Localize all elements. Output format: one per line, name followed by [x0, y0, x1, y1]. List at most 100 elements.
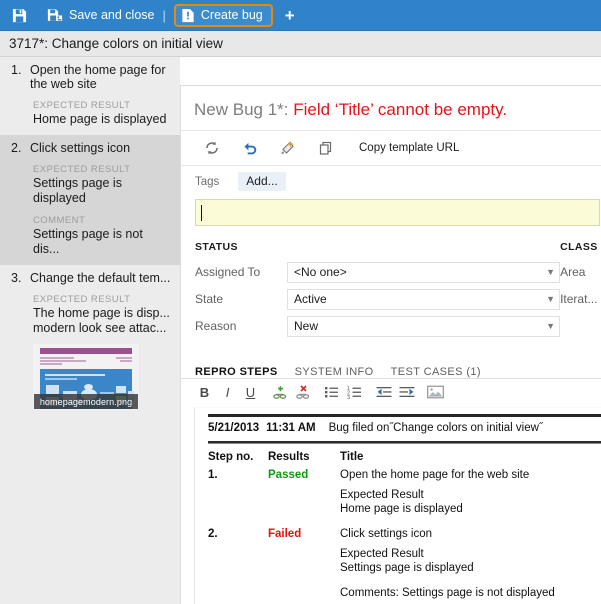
create-bug-button[interactable]: Create bug: [174, 4, 273, 27]
test-step-1-header: 1. Open the home page for the web site: [8, 63, 172, 91]
insert-image-icon[interactable]: [424, 385, 447, 399]
test-step-2-header: 2. Click settings icon: [8, 141, 172, 155]
copy-icon[interactable]: [307, 140, 345, 156]
test-step-3-header: 3. Change the default tem...: [8, 271, 172, 285]
app-root: Save and close | Create bug + 3717*: Cha…: [0, 0, 601, 604]
chevron-down-icon: ▼: [546, 268, 555, 277]
assigned-to-select[interactable]: <No one> ▼: [287, 262, 560, 283]
column-title: Title: [340, 451, 601, 463]
repro-row-2-comment: Comments: Settings page is not displayed: [195, 575, 601, 600]
test-steps-pane[interactable]: 1. Open the home page for the web site E…: [0, 57, 180, 604]
assigned-to-label: Assigned To: [195, 265, 287, 279]
repro-row-1: 1. Passed Open the home page for the web…: [195, 463, 601, 481]
save-button[interactable]: [8, 3, 31, 27]
test-step-3-expected-line-2: modern look see attac...: [33, 321, 172, 336]
test-step-1-number: 1.: [8, 63, 30, 77]
test-step-2-comment-label: COMMENT: [33, 215, 172, 226]
insert-link-icon[interactable]: [268, 385, 291, 400]
state-value: Active: [294, 292, 327, 306]
refresh-icon[interactable]: [193, 140, 231, 156]
column-step-no: Step no.: [208, 451, 268, 463]
state-label: State: [195, 292, 287, 306]
increase-indent-icon[interactable]: [395, 385, 418, 399]
italic-icon[interactable]: I: [216, 385, 239, 400]
tab-repro-steps[interactable]: REPRO STEPS: [195, 366, 278, 378]
add-button[interactable]: +: [285, 7, 295, 24]
apply-template-icon[interactable]: [269, 140, 307, 156]
undo-icon[interactable]: [231, 140, 269, 156]
thumbnail-header-bar: [40, 348, 132, 354]
repro-row-2-expected-value: Settings page is displayed: [340, 561, 601, 575]
state-row: State Active ▼: [195, 288, 560, 310]
save-and-close-button[interactable]: Save and close: [43, 3, 158, 27]
bug-title-input[interactable]: [195, 199, 600, 226]
test-step-3-expected-line-1: The home page is disp...: [33, 306, 172, 321]
repro-table-header: Step no. Results Title: [195, 444, 601, 463]
dialog-toolbar: Copy template URL: [181, 130, 601, 166]
bold-icon[interactable]: B: [193, 385, 216, 400]
create-bug-icon: [181, 8, 195, 23]
repro-steps-content: 5/21/2013 11:31 AM Bug filed on˝Change c…: [194, 407, 601, 604]
repro-row-2-expected: Expected Result Settings page is display…: [195, 540, 601, 575]
save-icon: [12, 8, 27, 23]
test-step-2[interactable]: 2. Click settings icon EXPECTED RESULT S…: [0, 135, 180, 265]
tab-system-info[interactable]: SYSTEM INFO: [295, 366, 374, 378]
svg-text:3: 3: [347, 395, 350, 399]
field-groups: STATUS Assigned To <No one> ▼ State Acti…: [181, 241, 601, 342]
bug-filed-text: Bug filed on˝Change colors on initial vi…: [329, 422, 543, 434]
repro-row-2-result: Failed: [268, 528, 340, 540]
assigned-to-row: Assigned To <No one> ▼: [195, 261, 560, 283]
reason-select[interactable]: New ▼: [287, 316, 560, 337]
chevron-down-icon: ▼: [546, 295, 555, 304]
test-step-3[interactable]: 3. Change the default tem... EXPECTED RE…: [0, 265, 180, 418]
test-step-3-title: Change the default tem...: [30, 271, 170, 285]
create-bug-label: Create bug: [201, 8, 263, 22]
test-step-2-title: Click settings icon: [30, 141, 130, 155]
tab-test-cases[interactable]: TEST CASES (1): [391, 366, 481, 378]
reason-value: New: [294, 319, 318, 333]
status-group-label: STATUS: [195, 241, 560, 253]
tags-row: Tags Add...: [181, 166, 601, 197]
test-step-1-expected-value: Home page is displayed: [33, 112, 172, 127]
repro-row-1-expected-label: Expected Result: [340, 488, 601, 502]
detail-tabs: REPRO STEPS SYSTEM INFO TEST CASES (1): [181, 356, 601, 379]
bulleted-list-icon[interactable]: [320, 385, 343, 399]
area-label: Area: [560, 261, 601, 283]
save-and-close-label: Save and close: [69, 8, 154, 22]
state-select[interactable]: Active ▼: [287, 289, 560, 310]
dialog-title-name: New Bug 1*:: [194, 100, 293, 119]
repro-row-1-expected-value: Home page is displayed: [340, 502, 601, 516]
toolbar-separator: |: [162, 8, 165, 23]
test-step-2-comment-value: Settings page is not dis...: [33, 227, 172, 257]
test-step-2-expected: EXPECTED RESULT Settings page is display…: [33, 164, 172, 206]
test-step-2-expected-value: Settings page is displayed: [33, 176, 172, 206]
repro-row-2-title: Click settings icon: [340, 528, 601, 540]
repro-row-1-result: Passed: [268, 469, 340, 481]
chevron-down-icon: ▼: [546, 322, 555, 331]
attachment-thumbnail[interactable]: homepagemodern.png: [33, 344, 139, 410]
repro-row-1-title: Open the home page for the web site: [340, 469, 601, 481]
dialog-title-error: Field ‘Title’ cannot be empty.: [293, 100, 507, 119]
bug-filed-time: 11:31 AM: [266, 422, 315, 434]
dialog-title: New Bug 1*: Field ‘Title’ cannot be empt…: [181, 86, 601, 130]
classification-group: CLASS Area Iterat...: [560, 241, 601, 342]
column-results: Results: [268, 451, 340, 463]
decrease-indent-icon[interactable]: [372, 385, 395, 399]
reason-row: Reason New ▼: [195, 315, 560, 337]
add-tag-button[interactable]: Add...: [238, 172, 285, 191]
test-step-1-expected-label: EXPECTED RESULT: [33, 100, 172, 111]
text-caret: [201, 205, 202, 221]
test-step-1-title: Open the home page for the web site: [30, 63, 172, 91]
test-step-1[interactable]: 1. Open the home page for the web site E…: [0, 57, 180, 135]
repro-row-1-step: 1.: [208, 469, 268, 481]
underline-icon[interactable]: U: [239, 385, 262, 400]
test-step-2-comment: COMMENT Settings page is not dis...: [33, 215, 172, 257]
main-toolbar: Save and close | Create bug +: [0, 0, 601, 31]
numbered-list-icon[interactable]: 1 2 3: [343, 385, 366, 399]
remove-link-icon[interactable]: [291, 385, 314, 400]
copy-template-url-button[interactable]: Copy template URL: [359, 142, 459, 154]
test-step-2-expected-label: EXPECTED RESULT: [33, 164, 172, 175]
test-step-2-number: 2.: [8, 141, 30, 155]
assigned-to-value: <No one>: [294, 265, 347, 279]
new-bug-dialog: New Bug 1*: Field ‘Title’ cannot be empt…: [180, 85, 601, 604]
